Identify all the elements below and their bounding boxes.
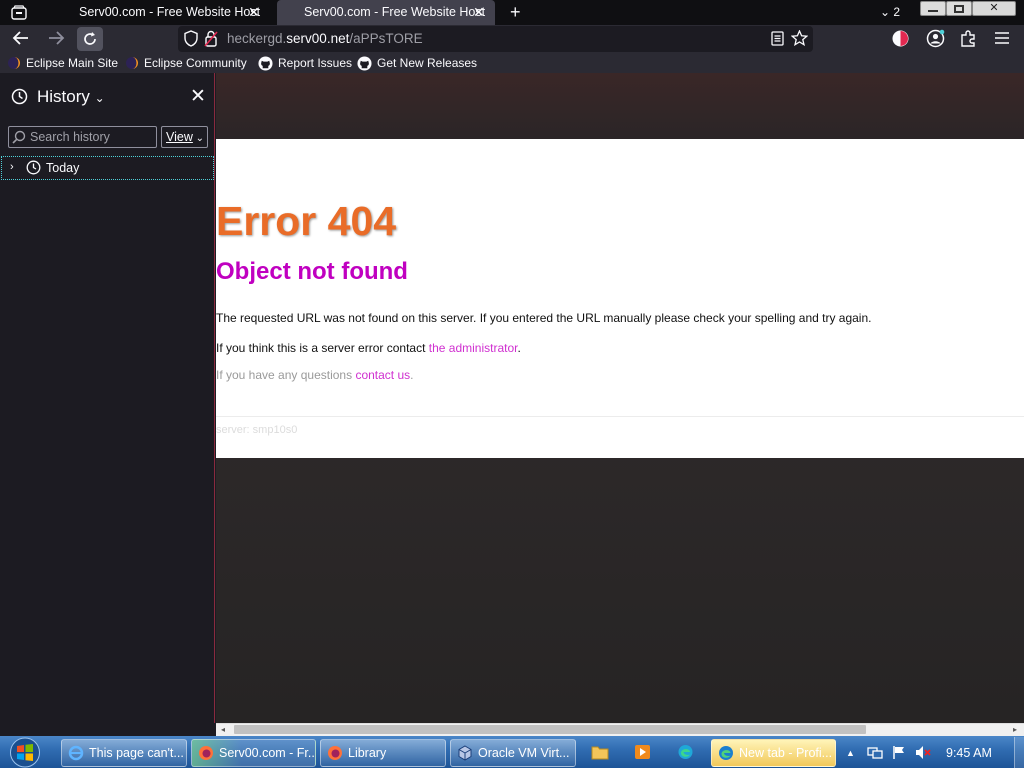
scroll-right-arrow[interactable]: ▸: [1013, 725, 1017, 734]
taskbar-item-edge[interactable]: New tab - Profi...: [711, 739, 836, 767]
back-button[interactable]: [12, 30, 30, 46]
questions-prefix: If you have any questions: [216, 368, 356, 382]
reader-view-icon[interactable]: [771, 31, 784, 46]
minimize-button[interactable]: [920, 1, 946, 16]
tab-active[interactable]: Serv00.com - Free Website Host ✕: [277, 0, 495, 25]
network-icon[interactable]: [867, 745, 883, 760]
sidebar-title: History: [37, 87, 90, 106]
url-path: /aPPsTORE: [349, 31, 423, 46]
taskbar-item-library[interactable]: Library: [320, 739, 446, 767]
error-page-panel: [216, 139, 1024, 458]
show-desktop-button[interactable]: [1014, 737, 1024, 768]
url-prefix: heckergd.: [227, 31, 287, 46]
virtualbox-icon: [458, 745, 472, 761]
tab-title: Serv00.com - Free Website Host: [304, 5, 486, 19]
taskbar-item-label: This page can't...: [89, 746, 184, 760]
bookmark-eclipse-main-site[interactable]: Eclipse Main Site: [7, 53, 118, 73]
tab-count: 2: [893, 5, 901, 19]
history-group-label: Today: [46, 161, 80, 175]
bookmark-label: Eclipse Community: [144, 56, 247, 70]
scroll-left-arrow[interactable]: ◂: [221, 725, 225, 734]
close-sidebar-button[interactable]: ✕: [190, 87, 206, 106]
file-explorer-icon[interactable]: [591, 744, 609, 760]
edge-taskbar-icon[interactable]: [677, 744, 694, 760]
search-icon: [12, 130, 26, 144]
server-signature: server: smp10s0: [216, 424, 298, 436]
divider: [216, 416, 1024, 417]
firefox-icon: [328, 746, 342, 760]
tab-list-button[interactable]: ⌄ 2: [880, 6, 900, 19]
admin-contact-suffix: .: [517, 341, 521, 355]
questions-suffix: .: [410, 368, 414, 382]
clock-icon: [26, 160, 41, 175]
close-icon[interactable]: ✕: [473, 0, 485, 25]
taskbar-item-label: Library: [348, 746, 387, 760]
view-button[interactable]: View ⌄: [161, 126, 208, 148]
ie-icon: [68, 745, 84, 761]
github-icon: [357, 55, 372, 71]
error-subheading: Object not found: [216, 258, 408, 285]
contact-us-link[interactable]: contact us: [355, 368, 410, 382]
url-text[interactable]: heckergd.serv00.net/aPPsTORE: [227, 30, 423, 48]
forward-button[interactable]: [47, 30, 65, 46]
new-tab-button[interactable]: +: [510, 1, 521, 23]
error-message: The requested URL was not found on this …: [216, 311, 872, 325]
search-placeholder: Search history: [30, 130, 110, 144]
url-domain: serv00.net: [286, 31, 350, 46]
admin-contact-prefix: If you think this is a server error cont…: [216, 341, 429, 355]
system-clock[interactable]: 9:45 AM: [946, 746, 992, 761]
bookmark-report-issues[interactable]: Report Issues: [258, 53, 352, 73]
bookmark-eclipse-community[interactable]: Eclipse Community: [125, 53, 247, 73]
start-button[interactable]: [6, 737, 44, 768]
error-heading: Error 404: [216, 198, 397, 244]
chevron-right-icon[interactable]: ›: [10, 161, 14, 174]
media-player-icon[interactable]: [634, 744, 651, 760]
github-icon: [258, 55, 273, 71]
lock-warning-icon[interactable]: [204, 30, 218, 47]
volume-muted-icon[interactable]: [915, 745, 931, 760]
action-center-flag-icon[interactable]: [892, 745, 906, 760]
taskbar-item-label: Oracle VM Virt...: [478, 746, 570, 760]
taskbar-item-ie[interactable]: This page can't...: [61, 739, 187, 767]
extensions-icon[interactable]: [960, 29, 977, 47]
reload-icon: [84, 32, 96, 45]
close-icon[interactable]: ✕: [248, 0, 260, 25]
minimize-icon: [928, 10, 938, 12]
taskbar-item-firefox[interactable]: Serv00.com - Fr...: [191, 739, 316, 767]
bookmark-label: Report Issues: [278, 56, 353, 70]
bookmark-star-icon[interactable]: [791, 30, 808, 46]
eclipse-icon: [8, 57, 20, 69]
questions-text: If you have any questions contact us.: [216, 368, 413, 383]
admin-contact-text: If you think this is a server error cont…: [216, 341, 521, 356]
history-clock-icon: [11, 88, 28, 105]
tab-title: Serv00.com - Free Website Host: [79, 5, 261, 19]
vpn-shield-icon[interactable]: [891, 29, 910, 48]
view-label: View: [166, 130, 193, 144]
reload-button[interactable]: [77, 27, 103, 51]
restore-button[interactable]: [946, 1, 972, 16]
chevron-down-icon: ⌄: [94, 91, 105, 105]
scrollbar-thumb[interactable]: [234, 725, 866, 734]
bookmark-label: Eclipse Main Site: [26, 56, 119, 70]
tab-inactive[interactable]: Serv00.com - Free Website Host ✕: [70, 0, 275, 25]
show-hidden-icons[interactable]: ▲: [846, 748, 855, 758]
taskbar-item-label: New tab - Profi...: [739, 746, 833, 760]
edge-icon: [719, 746, 733, 760]
taskbar-item-label: Serv00.com - Fr...: [219, 746, 316, 760]
restore-icon: [954, 5, 964, 13]
bookmark-label: Get New Releases: [377, 56, 478, 70]
menu-icon[interactable]: [995, 32, 1009, 44]
eclipse-icon: [126, 57, 138, 69]
tab-manager-icon[interactable]: [11, 5, 27, 20]
chevron-down-icon: ⌄: [192, 133, 205, 144]
taskbar-item-virtualbox[interactable]: Oracle VM Virt...: [450, 739, 576, 767]
bookmark-get-new-releases[interactable]: Get New Releases: [357, 53, 477, 73]
close-window-button[interactable]: ✕: [972, 1, 1016, 16]
firefox-icon: [199, 746, 213, 760]
administrator-link[interactable]: the administrator: [429, 341, 518, 355]
tracking-protection-icon[interactable]: [183, 30, 199, 47]
account-icon[interactable]: [926, 29, 945, 48]
sidebar-title-dropdown[interactable]: History ⌄: [37, 86, 105, 109]
